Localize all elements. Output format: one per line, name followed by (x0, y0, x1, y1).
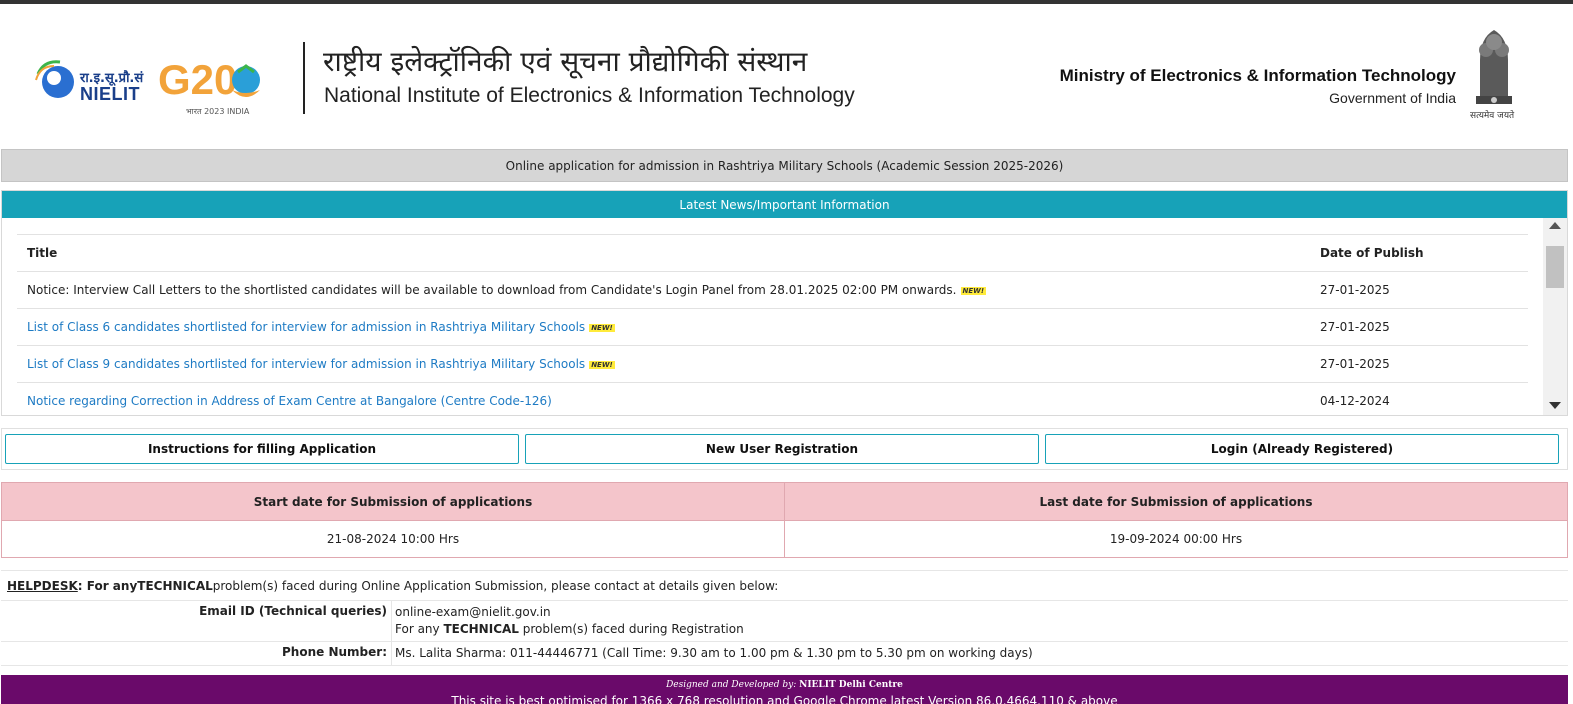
footer-credit-org: NIELIT Delhi Centre (799, 680, 903, 690)
news-col-title: Title (17, 234, 1310, 272)
news-title-cell[interactable]: List of Class 6 candidates shortlisted f… (17, 308, 1310, 346)
site-footer: Designed and Developed by: NIELIT Delhi … (1, 675, 1568, 704)
news-date: 04-12-2024 (1310, 382, 1528, 415)
news-link[interactable]: Notice regarding Correction in Address o… (27, 394, 552, 408)
start-date-label: Start date for Submission of application… (1, 482, 785, 521)
new-badge-icon: NEW! (589, 323, 615, 332)
instructions-button[interactable]: Instructions for filling Application (5, 434, 519, 464)
helpdesk-technical: TECHNICAL (137, 578, 213, 593)
footer-optimised-note: This site is best optimised for 1366 x 7… (451, 694, 1118, 704)
news-link[interactable]: List of Class 9 candidates shortlisted f… (27, 357, 585, 371)
ministry-block: Ministry of Electronics & Information Te… (1060, 66, 1456, 106)
ministry-title: Ministry of Electronics & Information Te… (1059, 66, 1456, 85)
email-details: online-exam@nielit.gov.in For any TECHNI… (392, 601, 744, 641)
ministry-subtitle: Government of India (1329, 90, 1456, 106)
table-row[interactable]: List of Class 9 candidates shortlisted f… (17, 345, 1528, 383)
scroll-thumb[interactable] (1546, 246, 1564, 288)
helpdesk-colon: : For any (77, 578, 138, 593)
news-link[interactable]: List of Class 6 candidates shortlisted f… (27, 320, 585, 334)
news-scrollbar[interactable] (1543, 218, 1567, 415)
footer-credit: Designed and Developed by: NIELIT Delhi … (1, 680, 1568, 690)
new-badge-icon: NEW! (589, 360, 615, 369)
email-note-c: problem(s) faced during Registration (518, 622, 744, 636)
last-date-value: 19-09-2024 00:00 Hrs (784, 520, 1568, 558)
nielit-g20-logos[interactable]: रा.इ.सू.प्रौ.सं NIELIT G20 भारत 2023 IND… (34, 54, 274, 124)
news-col-date: Date of Publish (1310, 234, 1528, 272)
phone-label: Phone Number: (1, 642, 392, 665)
helpdesk-intro-text: problem(s) faced during Online Applicati… (212, 578, 779, 593)
start-date-value: 21-08-2024 10:00 Hrs (1, 520, 785, 558)
news-title-cell: Notice: Interview Call Letters to the sh… (17, 271, 1310, 309)
phone-value: Ms. Lalita Sharma: 011-44446771 (Call Ti… (395, 646, 1033, 660)
news-table: Title Date of Publish Notice: Interview … (17, 234, 1528, 415)
emblem-caption: सत्यमेव जयते (1470, 111, 1515, 121)
site-header: रा.इ.सू.प्रौ.सं NIELIT G20 भारत 2023 IND… (0, 4, 1573, 145)
news-date: 27-01-2025 (1310, 271, 1528, 309)
news-date: 27-01-2025 (1310, 308, 1528, 346)
news-scroll-area[interactable]: Title Date of Publish Notice: Interview … (2, 218, 1567, 415)
action-buttons: Instructions for filling Application New… (1, 428, 1568, 470)
email-note: For any TECHNICAL problem(s) faced durin… (395, 621, 744, 638)
login-button[interactable]: Login (Already Registered) (1045, 434, 1559, 464)
institute-name-hindi: राष्ट्रीय इलेक्ट्रॉनिकी एवं सूचना प्रौद्… (323, 45, 808, 78)
email-note-technical: TECHNICAL (443, 622, 519, 636)
scroll-up-icon[interactable] (1549, 222, 1561, 229)
helpdesk-section: HELPDESK: For any TECHNICAL problem(s) f… (1, 570, 1568, 666)
news-heading: Latest News/Important Information (2, 191, 1567, 218)
table-row[interactable]: List of Class 6 candidates shortlisted f… (17, 308, 1528, 346)
footer-credit-prefix: Designed and Developed by: (666, 680, 797, 690)
nielit-name: NIELIT (80, 84, 140, 104)
national-emblem-icon (1476, 30, 1512, 104)
table-row[interactable]: Notice regarding Correction in Address o… (17, 382, 1528, 415)
helpdesk-label: HELPDESK (7, 578, 78, 593)
news-date: 27-01-2025 (1310, 345, 1528, 383)
email-label: Email ID (Technical queries) (1, 601, 392, 641)
last-date-label: Last date for Submission of applications (784, 482, 1568, 521)
institute-name: National Institute of Electronics & Info… (324, 84, 855, 107)
helpdesk-phone-row: Phone Number: Ms. Lalita Sharma: 011-444… (1, 642, 1568, 666)
header-divider (303, 42, 305, 114)
dates-header-row: Start date for Submission of application… (1, 482, 1568, 521)
g20-logo: G20 भारत 2023 INDIA (158, 56, 270, 122)
scroll-down-icon[interactable] (1549, 402, 1561, 409)
news-title-cell[interactable]: Notice regarding Correction in Address o… (17, 382, 1310, 415)
new-badge-icon: NEW! (960, 286, 987, 295)
g20-subtitle: भारत 2023 INDIA (186, 107, 250, 116)
news-header-row: Title Date of Publish (17, 234, 1528, 272)
helpdesk-intro: HELPDESK: For any TECHNICAL problem(s) f… (1, 571, 1568, 601)
table-row: Notice: Interview Call Letters to the sh… (17, 271, 1528, 309)
news-panel: Latest News/Important Information Title … (1, 190, 1568, 416)
email-note-a: For any (395, 622, 444, 636)
helpdesk-email-row: Email ID (Technical queries) online-exam… (1, 601, 1568, 642)
lotus-globe-icon (232, 64, 260, 97)
news-title-cell[interactable]: List of Class 9 candidates shortlisted f… (17, 345, 1310, 383)
dates-value-row: 21-08-2024 10:00 Hrs 19-09-2024 00:00 Hr… (1, 520, 1568, 558)
submission-dates-table: Start date for Submission of application… (1, 482, 1568, 558)
new-user-registration-button[interactable]: New User Registration (525, 434, 1039, 464)
email-value[interactable]: online-exam@nielit.gov.in (395, 604, 744, 621)
page-title: Online application for admission in Rash… (1, 149, 1568, 182)
news-title: Notice: Interview Call Letters to the sh… (27, 283, 957, 297)
